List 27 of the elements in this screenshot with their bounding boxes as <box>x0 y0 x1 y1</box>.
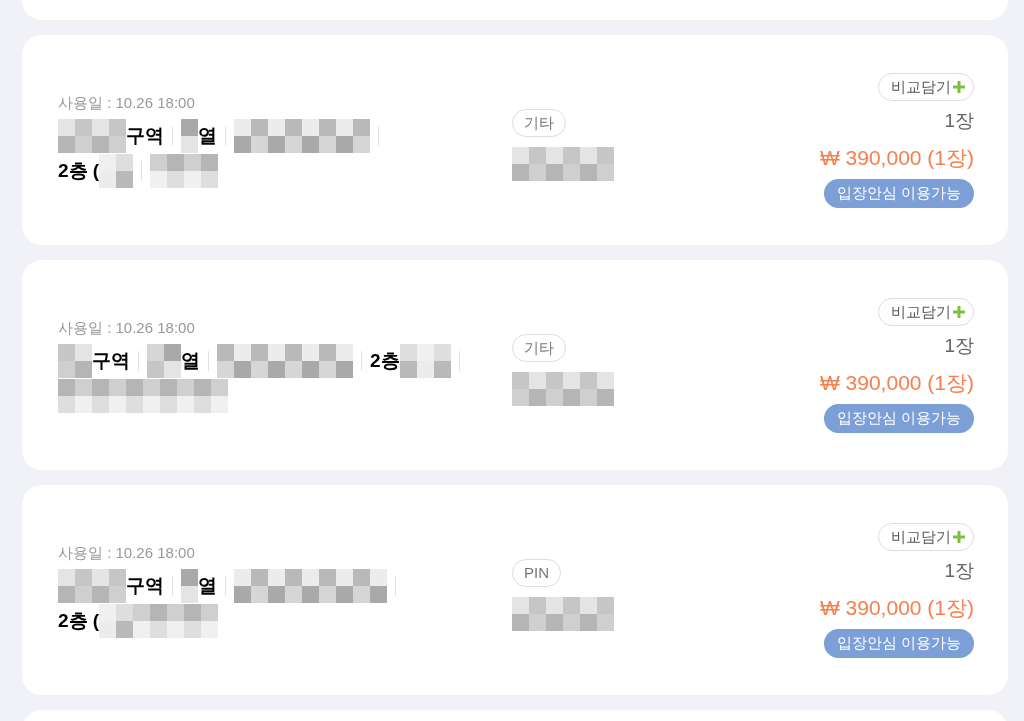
seat-text: 구역 <box>126 573 164 598</box>
seat-text: 열 <box>198 123 217 148</box>
ticket-quantity: 1장 <box>944 109 974 133</box>
compare-button[interactable]: 비교담기 <box>878 297 974 326</box>
compare-button[interactable]: 비교담기 <box>878 522 974 551</box>
seat-text: 열 <box>198 573 217 598</box>
seat-text: 열 <box>181 348 200 373</box>
compare-button[interactable]: 비교담기 <box>878 72 974 101</box>
safe-entry-badge: 입장안심 이용가능 <box>823 179 974 208</box>
use-date: 사용일 : 10.26 18:00 <box>58 317 196 338</box>
seat-text: 구역 <box>92 348 130 373</box>
safe-entry-badge: 입장안심 이용가능 <box>823 629 974 658</box>
ticket-card[interactable]: 사용일 : 10.26 18:00 구역 열 2층 ( PIN 비교담기 1장 ₩ 390,000 (1장) 입장안심 이용가능 <box>22 485 1008 695</box>
ticket-card[interactable]: 사용일 : 10.26 18:00 구역 열 2층 ( 기타 비교담기 1장 ₩ 390,000 (1장) 입장안심 이용가능 <box>22 35 1008 245</box>
ticket-price: ₩ 390,000 (1장) <box>819 594 974 621</box>
use-date: 사용일 : 10.26 18:00 <box>58 542 196 563</box>
seat-text: 구역 <box>126 123 164 148</box>
ticket-card[interactable]: 사용일 : 10.26 18:00 구역 열 2층 기타 비교담기 1장 ₩ 390,000 (1장) 입장안심 이용가능 <box>22 260 1008 470</box>
seat-text: 2층 ( <box>58 608 100 633</box>
ticket-price: ₩ 390,000 (1장) <box>819 144 974 171</box>
ticket-quantity: 1장 <box>944 559 974 583</box>
use-date: 사용일 : 10.26 18:00 <box>58 92 196 113</box>
ticket-price: ₩ 390,000 (1장) <box>819 369 974 396</box>
seat-text: 2층 <box>370 348 400 373</box>
ticket-quantity: 1장 <box>944 334 974 358</box>
safe-entry-badge: 입장안심 이용가능 <box>823 404 974 433</box>
seat-text: 2층 ( <box>58 158 100 183</box>
